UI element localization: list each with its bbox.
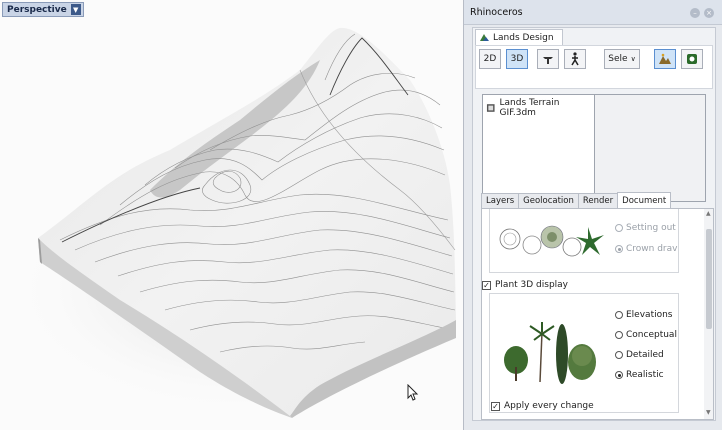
viewport-menu-arrow-icon[interactable]: ▼ [70, 4, 81, 15]
plan-display-section: Setting out Crown drav [489, 209, 679, 273]
walk-person-icon [571, 52, 579, 66]
apply-check-icon: ✓ [491, 401, 500, 411]
plant-tool-button[interactable] [681, 49, 703, 69]
tab-document-label: Document [622, 195, 667, 206]
apply-every-change-checkbox[interactable]: ✓ Apply every change [491, 401, 594, 411]
tab-document[interactable]: Document [617, 192, 672, 208]
select-dropdown-label: Sele [608, 54, 628, 64]
close-icon[interactable]: × [704, 8, 714, 18]
chevron-down-icon: ∨ [630, 55, 636, 63]
rhinoceros-panel: Rhinoceros – × Lands Design 2D 3D Sele ∨ [463, 0, 722, 430]
elevations-radio[interactable]: Elevations [615, 310, 673, 320]
perspective-viewport[interactable]: Perspective ▼ [0, 0, 463, 430]
scrollbar-thumb[interactable] [706, 229, 712, 329]
crown-draw-label: Crown drav [626, 244, 678, 254]
tab-render-label: Render [582, 196, 614, 206]
lands-design-icon [480, 34, 489, 41]
view-3d-button[interactable]: 3D [506, 49, 528, 69]
realistic-radio-icon [615, 371, 623, 379]
conceptual-label: Conceptual [626, 330, 677, 340]
file-list[interactable]: Lands Terrain GIF.3dm [482, 94, 595, 202]
viewport-title-label: Perspective [7, 4, 67, 15]
lands-toolbar: 2D 3D Sele ∨ Lands Terrain GIF.3dm [475, 45, 713, 202]
detailed-radio-icon [615, 351, 623, 359]
view-3d-label: 3D [510, 54, 524, 64]
file-name: Lands Terrain GIF.3dm [499, 98, 560, 118]
viewport-title[interactable]: Perspective ▼ [2, 2, 84, 17]
detailed-radio[interactable]: Detailed [615, 350, 664, 360]
elevations-label: Elevations [626, 310, 673, 320]
document-tabs: Layers Geolocation Render Document [481, 192, 672, 208]
realistic-radio[interactable]: Realistic [615, 370, 664, 380]
plant-3d-preview [504, 322, 596, 384]
select-dropdown[interactable]: Sele ∨ [604, 49, 640, 69]
scroll-down-icon[interactable]: ▼ [706, 409, 711, 416]
document-panel[interactable]: Setting out Crown drav ✓ Plant 3D displa… [481, 208, 714, 420]
plant-3d-section: Elevations Conceptual Detailed Realistic [489, 293, 679, 413]
tab-lands-design-label: Lands Design [493, 32, 554, 43]
tab-geolocation-label: Geolocation [523, 196, 574, 206]
list-item[interactable]: Lands Terrain GIF.3dm [486, 98, 594, 118]
document-scrollbar[interactable]: ▲ ▼ [704, 209, 713, 419]
elevations-radio-icon [615, 311, 623, 319]
check-icon: ✓ [482, 280, 491, 290]
files-area: Lands Terrain GIF.3dm [482, 94, 706, 202]
conceptual-radio[interactable]: Conceptual [615, 330, 677, 340]
file-icon [486, 104, 495, 112]
tab-layers-label: Layers [486, 196, 515, 206]
setting-out-radio-icon [615, 224, 623, 232]
setting-out-label: Setting out [626, 223, 676, 233]
sun-tool-button[interactable] [537, 49, 559, 69]
mouse-cursor-icon [407, 384, 419, 401]
terrain-tool-button[interactable] [654, 49, 676, 69]
view-2d-button[interactable]: 2D [479, 49, 501, 69]
setting-out-radio[interactable]: Setting out [615, 223, 676, 233]
sun-tool-icon [543, 57, 553, 64]
plant-3d-display-label: Plant 3D display [495, 280, 569, 290]
crown-draw-radio[interactable]: Crown drav [615, 244, 677, 254]
terrain-icon [659, 53, 671, 64]
minimize-icon[interactable]: – [690, 8, 700, 18]
realistic-label: Realistic [626, 370, 664, 380]
file-preview [595, 94, 706, 202]
plant-3d-display-checkbox[interactable]: ✓ Plant 3D display [482, 280, 568, 290]
plant-symbols-preview [499, 225, 604, 257]
apply-every-change-label: Apply every change [504, 401, 594, 411]
conceptual-radio-icon [615, 331, 623, 339]
tab-layers[interactable]: Layers [481, 193, 520, 208]
panel-title: Rhinoceros [470, 6, 523, 18]
tab-geolocation[interactable]: Geolocation [518, 193, 579, 208]
walk-tool-button[interactable] [564, 49, 586, 69]
view-2d-label: 2D [483, 54, 497, 64]
lands-design-container: Lands Design 2D 3D Sele ∨ Lands Terrain … [472, 27, 716, 421]
tab-lands-design[interactable]: Lands Design [475, 29, 563, 45]
detailed-label: Detailed [626, 350, 664, 360]
crown-draw-radio-icon [615, 245, 623, 253]
panel-titlebar[interactable]: Rhinoceros – × [464, 0, 722, 25]
plant-icon [687, 54, 697, 64]
terrain-model [10, 27, 463, 418]
scroll-up-icon[interactable]: ▲ [706, 210, 711, 217]
tab-render[interactable]: Render [577, 193, 619, 208]
